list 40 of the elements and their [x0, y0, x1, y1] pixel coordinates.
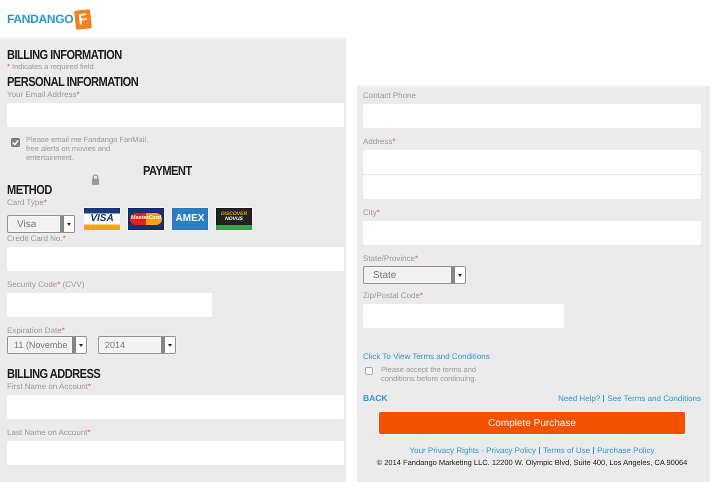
checkbox[interactable] [11, 138, 20, 147]
help-link[interactable]: See Terms and Conditions [607, 394, 701, 402]
field-label: State/Province* [363, 254, 420, 264]
caret-icon [458, 274, 462, 276]
field-label: Address* [363, 137, 396, 147]
back-link[interactable]: BACK [363, 393, 388, 403]
field-label: Card Type* [7, 198, 48, 208]
card-logo: VISA [84, 208, 120, 230]
section-heading: PERSONAL INFORMATION [7, 74, 138, 89]
checkbox[interactable] [365, 367, 373, 375]
year-select[interactable]: 2014 [98, 336, 176, 354]
state-select[interactable]: State [363, 266, 466, 284]
footer-link[interactable]: Purchase Policy [597, 446, 654, 455]
footer-link[interactable]: Terms of Use [542, 446, 590, 455]
field-label: First Name on Account* [7, 382, 92, 392]
caret-icon [67, 222, 71, 226]
brand-badge: F [74, 8, 92, 30]
field-label: Zip/Postal Code* [363, 291, 424, 301]
footer-link[interactable]: Your Privacy Rights - Privacy Policy [410, 446, 536, 455]
section-heading: BILLING ADDRESS [7, 366, 100, 381]
brand-name[interactable]: FANDANGO [7, 12, 74, 26]
field-label: Your Email Address* [7, 90, 81, 100]
section-heading: BILLING INFORMATION [7, 47, 122, 62]
card-type-select[interactable]: Visa [7, 215, 75, 233]
help-link[interactable]: Need Help? [558, 394, 600, 402]
lock-icon [91, 174, 100, 185]
field-label: Contact Phone [363, 91, 417, 101]
field-label: City* [363, 208, 381, 218]
field-label: Credit Card No.* [7, 234, 67, 244]
field-label: Last Name on Account* [7, 428, 92, 438]
terms-link[interactable]: Click To View Terms and Conditions [363, 352, 701, 362]
complete-purchase-button[interactable]: Complete Purchase [379, 412, 685, 434]
field-label: Security Code* (CVV) [7, 280, 86, 290]
caret-icon [79, 344, 83, 346]
field-label: Expiration Date* [7, 326, 66, 336]
section-heading: METHOD [7, 182, 52, 197]
caret-icon [168, 344, 172, 346]
section-heading: PAYMENT [143, 163, 192, 178]
card-logo: AMEX [172, 208, 208, 230]
month-select[interactable]: 11 (Novembe [7, 336, 87, 354]
